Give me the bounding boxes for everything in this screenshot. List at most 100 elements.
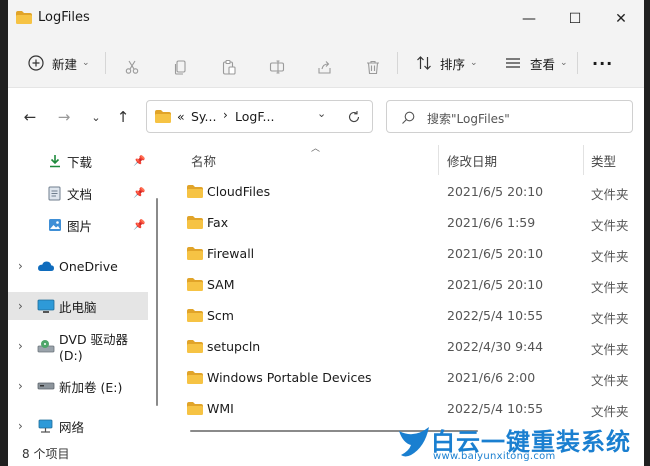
chevron-right-icon[interactable]: › bbox=[18, 379, 23, 393]
share-icon[interactable] bbox=[317, 54, 333, 80]
delete-icon[interactable] bbox=[365, 54, 381, 80]
chevron-right-icon[interactable]: › bbox=[18, 339, 23, 353]
table-row[interactable]: Scm 2022/5/4 10:55 文件夹 bbox=[168, 300, 644, 331]
arrow-up-icon: ↑ bbox=[116, 108, 130, 126]
cloud-icon bbox=[38, 261, 54, 271]
sidebar-item-label: DVD 驱动器 (D:) bbox=[59, 332, 129, 363]
navigation-pane: 下载 📌 文档 📌 图片 📌 › OneDrive › 此电脑 › DVD 驱动… bbox=[8, 143, 166, 439]
file-type: 文件夹 bbox=[591, 249, 629, 264]
paste-icon[interactable] bbox=[221, 54, 237, 80]
column-divider[interactable] bbox=[438, 145, 439, 175]
search-icon bbox=[402, 111, 415, 124]
file-list: ︿ 名称 修改日期 类型 CloudFiles 2021/6/5 20:10 文件夹… bbox=[168, 143, 644, 439]
folder-icon bbox=[155, 110, 171, 123]
sidebar-item-label: 此电脑 bbox=[59, 299, 97, 315]
chevron-right-icon[interactable]: › bbox=[18, 259, 23, 273]
sidebar-item-network[interactable]: › 网络 bbox=[8, 412, 148, 440]
table-row[interactable]: Fax 2021/6/6 1:59 文件夹 bbox=[168, 207, 644, 238]
file-type: 文件夹 bbox=[591, 373, 629, 388]
minimize-button[interactable]: — bbox=[506, 0, 552, 38]
watermark-url: www.baiyunxitong.com bbox=[433, 451, 556, 462]
recent-locations-button[interactable]: ⌄ bbox=[86, 107, 106, 127]
file-name: Fax bbox=[207, 215, 229, 230]
sort-button[interactable]: 排序 ⌄ bbox=[416, 50, 478, 76]
view-button-label: 查看 bbox=[530, 56, 556, 72]
chevron-down-icon: ⌄ bbox=[317, 107, 327, 120]
arrow-left-icon: ← bbox=[23, 108, 37, 126]
close-icon: ✕ bbox=[615, 11, 627, 27]
cut-icon[interactable] bbox=[124, 54, 140, 80]
sidebar-item-new-volume[interactable]: › 新加卷 (E:) bbox=[8, 372, 148, 400]
document-icon bbox=[48, 186, 61, 200]
chevron-right-icon[interactable]: › bbox=[18, 419, 23, 433]
folder-icon bbox=[187, 371, 203, 384]
file-name: SAM bbox=[207, 277, 235, 292]
table-row[interactable]: Firewall 2021/6/5 20:10 文件夹 bbox=[168, 238, 644, 269]
maximize-button[interactable]: ☐ bbox=[552, 0, 598, 38]
column-divider[interactable] bbox=[583, 145, 584, 175]
sidebar-item-this-pc[interactable]: › 此电脑 bbox=[8, 292, 148, 320]
list-view-icon bbox=[506, 58, 520, 68]
table-row[interactable]: Windows Portable Devices 2021/6/6 2:00 文件夹 bbox=[168, 362, 644, 393]
folder-icon bbox=[187, 402, 203, 415]
sidebar-item-onedrive[interactable]: › OneDrive bbox=[8, 252, 148, 280]
sidebar-item-label: 网络 bbox=[59, 419, 85, 435]
sort-ascending-icon: ︿ bbox=[311, 144, 321, 154]
sidebar-scrollbar[interactable] bbox=[156, 198, 158, 406]
address-dropdown-button[interactable]: ⌄ bbox=[317, 107, 326, 120]
view-button[interactable]: 查看 ⌄ bbox=[505, 50, 568, 76]
file-type: 文件夹 bbox=[591, 342, 629, 357]
address-bar[interactable]: « Sy... › LogF... ⌄ bbox=[146, 100, 373, 133]
column-header-type[interactable]: 类型 bbox=[591, 151, 616, 170]
breadcrumb-item[interactable]: LogF... bbox=[235, 109, 274, 124]
more-options-button[interactable]: ··· bbox=[592, 50, 613, 76]
breadcrumb-overflow[interactable]: « bbox=[177, 109, 185, 124]
sidebar-item-label: 图片 bbox=[67, 218, 93, 234]
folder-icon bbox=[187, 278, 203, 291]
sidebar-item-dvd-drive[interactable]: › DVD 驱动器 (D:) bbox=[8, 332, 148, 363]
sort-button-label: 排序 bbox=[440, 56, 466, 72]
folder-icon bbox=[187, 185, 203, 198]
table-row[interactable]: SAM 2021/6/5 20:10 文件夹 bbox=[168, 269, 644, 300]
file-type: 文件夹 bbox=[591, 311, 629, 326]
file-type: 文件夹 bbox=[591, 218, 629, 233]
toolbar-divider bbox=[397, 52, 398, 74]
file-name: Scm bbox=[207, 308, 234, 323]
file-date: 2021/6/6 2:00 bbox=[447, 370, 536, 385]
new-button-label: 新建 bbox=[52, 56, 78, 72]
refresh-icon[interactable] bbox=[347, 110, 361, 124]
sidebar-item-pictures[interactable]: 图片 📌 bbox=[8, 211, 148, 239]
forward-button[interactable]: → bbox=[54, 107, 74, 127]
copy-icon[interactable] bbox=[173, 54, 189, 80]
search-box[interactable]: 搜索"LogFiles" bbox=[386, 100, 633, 133]
close-button[interactable]: ✕ bbox=[598, 0, 644, 38]
file-date: 2022/4/30 9:44 bbox=[447, 339, 544, 354]
dvd-drive-icon bbox=[37, 339, 55, 352]
folder-icon bbox=[187, 216, 203, 229]
table-row[interactable]: setupcln 2022/4/30 9:44 文件夹 bbox=[168, 331, 644, 362]
chevron-right-icon[interactable]: › bbox=[18, 299, 23, 313]
chevron-down-icon: ⌄ bbox=[560, 58, 568, 68]
sidebar-item-downloads[interactable]: 下载 📌 bbox=[8, 147, 148, 175]
sidebar-item-documents[interactable]: 文档 📌 bbox=[8, 179, 148, 207]
computer-icon bbox=[37, 299, 55, 313]
folder-icon bbox=[187, 247, 203, 260]
folder-icon bbox=[187, 309, 203, 322]
up-button[interactable]: ↑ bbox=[113, 107, 133, 127]
breadcrumb-item[interactable]: Sy... bbox=[191, 109, 216, 124]
command-bar: 新建 ⌄ 排序 ⌄ 查看 ⌄ ··· bbox=[8, 38, 644, 88]
table-row[interactable]: CloudFiles 2021/6/5 20:10 文件夹 bbox=[168, 176, 644, 207]
file-type: 文件夹 bbox=[591, 404, 629, 419]
file-date: 2022/5/4 10:55 bbox=[447, 401, 544, 416]
rename-icon[interactable] bbox=[269, 54, 285, 80]
file-date: 2021/6/5 20:10 bbox=[447, 184, 544, 199]
sidebar-item-label: 新加卷 (E:) bbox=[59, 379, 123, 395]
back-button[interactable]: ← bbox=[20, 107, 40, 127]
column-header-name[interactable]: 名称 bbox=[191, 151, 216, 170]
sidebar-item-label: OneDrive bbox=[59, 258, 118, 274]
sidebar-item-label: 文档 bbox=[67, 186, 93, 202]
new-button[interactable]: 新建 ⌄ bbox=[28, 50, 90, 76]
sort-icon bbox=[417, 56, 431, 70]
column-header-date[interactable]: 修改日期 bbox=[447, 151, 497, 170]
table-row[interactable]: WMI 2022/5/4 10:55 文件夹 bbox=[168, 393, 644, 424]
